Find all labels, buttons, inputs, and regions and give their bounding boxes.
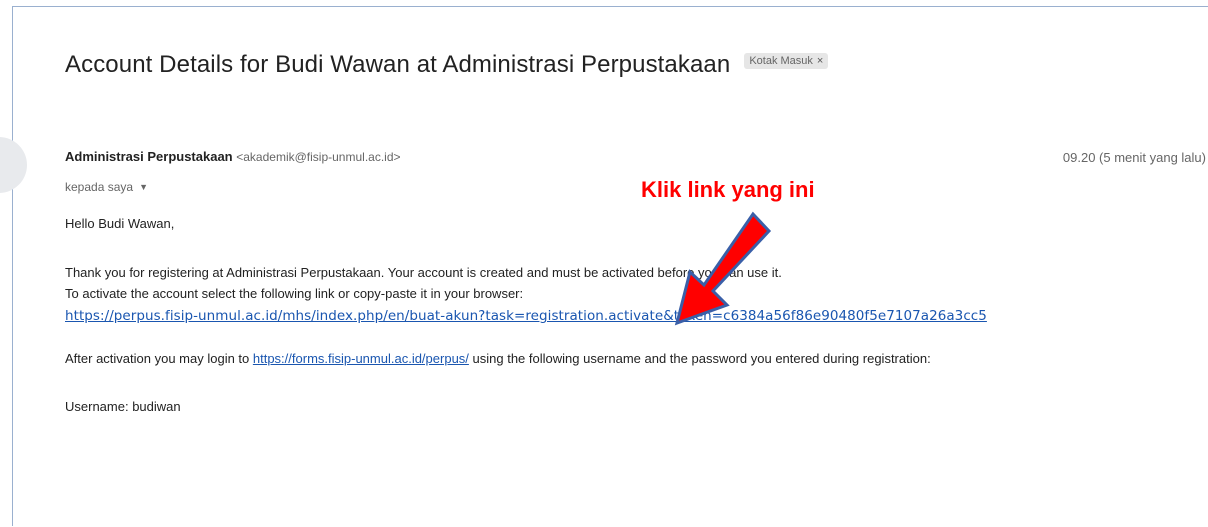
email-body-line-1: Thank you for registering at Administras… xyxy=(65,265,782,280)
login-link[interactable]: https://forms.fisip-unmul.ac.id/perpus/ xyxy=(253,351,469,366)
sender-email: <akademik@fisip-unmul.ac.id> xyxy=(236,150,401,164)
sender-avatar[interactable] xyxy=(0,137,27,193)
inbox-label-chip[interactable]: Kotak Masuk × xyxy=(744,53,829,69)
email-timestamp: 09.20 (5 menit yang lalu) xyxy=(1062,150,1206,165)
chevron-down-icon[interactable]: ▼ xyxy=(139,182,148,192)
recipient-row: kepada saya ▼ xyxy=(65,180,148,194)
email-subject: Account Details for Budi Wawan at Admini… xyxy=(65,51,731,78)
after-activation-prefix: After activation you may login to xyxy=(65,351,253,366)
activation-link[interactable]: https://perpus.fisip-unmul.ac.id/mhs/ind… xyxy=(65,308,987,324)
sender-row: Administrasi Perpustakaan <akademik@fisi… xyxy=(65,149,401,164)
username-line: Username: budiwan xyxy=(65,399,181,414)
recipient-text: kepada saya xyxy=(65,180,134,194)
inbox-label-text: Kotak Masuk xyxy=(749,55,813,67)
subject-row: Account Details for Budi Wawan at Admini… xyxy=(65,51,829,79)
email-greeting: Hello Budi Wawan, xyxy=(65,216,175,231)
email-body-line-3: After activation you may login to https:… xyxy=(65,351,931,366)
email-body-line-2: To activate the account select the follo… xyxy=(65,286,524,301)
sender-name[interactable]: Administrasi Perpustakaan xyxy=(65,149,233,164)
close-icon[interactable]: × xyxy=(817,55,823,67)
email-view: Account Details for Budi Wawan at Admini… xyxy=(0,6,1208,526)
annotation-text: Klik link yang ini xyxy=(641,177,815,202)
after-activation-suffix: using the following username and the pas… xyxy=(468,351,931,366)
